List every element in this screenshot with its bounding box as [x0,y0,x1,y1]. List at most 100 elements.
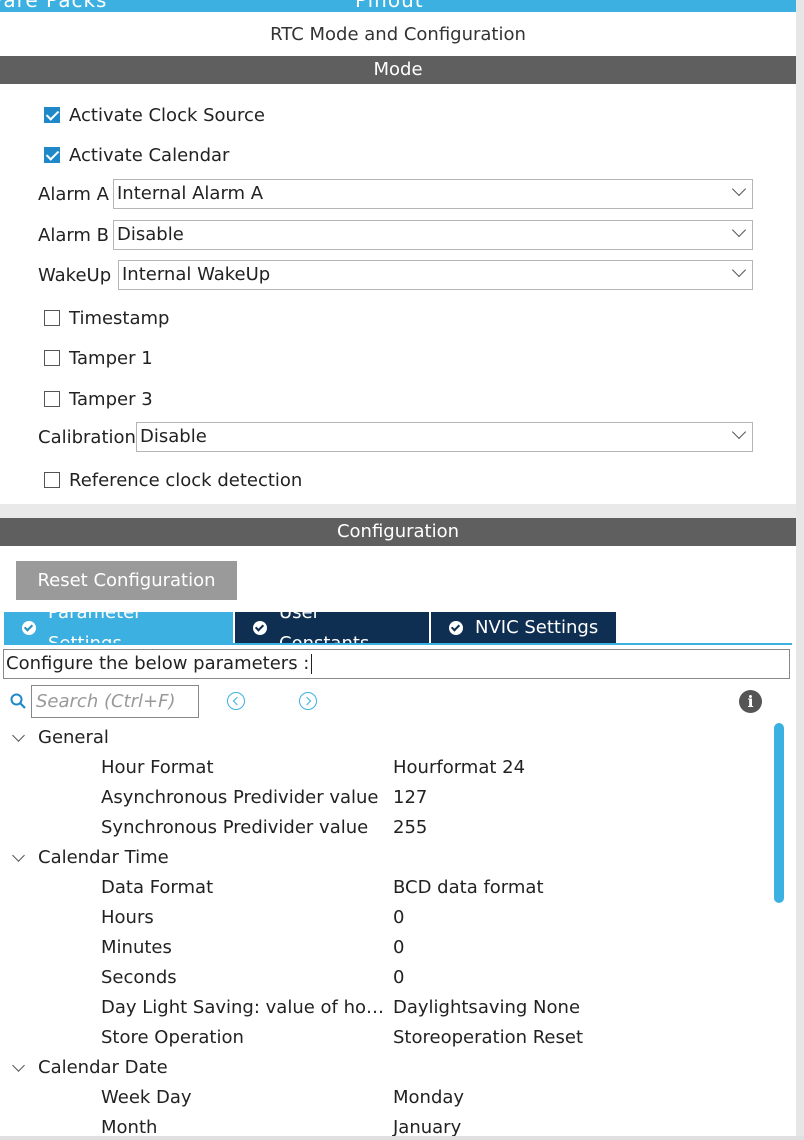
tamper3-checkbox[interactable]: Tamper 3 [44,387,153,411]
previous-match-icon[interactable] [227,692,245,710]
param-value: Hourformat 24 [393,757,526,778]
check-circle-icon [22,620,36,635]
parameter-tree: General Hour Format Hourformat 24 Asynch… [0,723,772,1140]
checkbox-unchecked-icon[interactable] [44,391,60,407]
param-value: Storeoperation Reset [393,1027,584,1048]
param-row[interactable]: Hour Format Hourformat 24 [0,753,772,783]
reference-clock-checkbox[interactable]: Reference clock detection [44,468,302,492]
timestamp-checkbox[interactable]: Timestamp [44,306,169,330]
alarm-a-label: Alarm A [38,184,109,205]
calibration-select[interactable]: Disable [136,422,753,452]
search-icon [10,693,26,709]
software-packs-tab-label[interactable]: ware Packs [0,0,107,12]
chevron-down-icon[interactable] [12,729,25,742]
param-name: Synchronous Predivider value [101,817,369,838]
param-value: 0 [393,937,405,958]
param-row[interactable]: Minutes 0 [0,933,772,963]
tab-label: NVIC Settings [475,617,599,638]
param-value: BCD data format [393,877,544,898]
select-value: Internal WakeUp [122,264,271,285]
checkbox-label: Timestamp [69,307,170,329]
tab-parameter-settings[interactable]: Parameter Settings [4,602,233,654]
checkbox-label: Activate Clock Source [69,104,265,126]
param-value: Monday [393,1087,465,1108]
tamper1-checkbox[interactable]: Tamper 1 [44,346,153,370]
select-value: Disable [117,224,184,245]
param-row[interactable]: Store Operation Storeoperation Reset [0,1023,772,1053]
search-input[interactable]: Search (Ctrl+F) [31,685,199,718]
param-name: Hour Format [101,757,214,778]
checkbox-checked-icon[interactable] [44,107,60,123]
chevron-down-icon[interactable] [12,849,25,862]
group-name: Calendar Date [38,1057,168,1078]
checkbox-label: Activate Calendar [69,144,230,166]
param-name: Store Operation [101,1027,244,1048]
splitter-grip-icon: ⋮ [796,18,804,58]
right-splitter[interactable] [796,0,804,1140]
param-name: Asynchronous Predivider value [101,787,379,808]
param-value: 0 [393,907,405,928]
param-value: Daylightsaving None [393,997,581,1018]
param-name: Day Light Saving: value of hour adjustme… [101,997,385,1018]
alarm-b-select[interactable]: Disable [113,220,753,250]
wakeup-select[interactable]: Internal WakeUp [118,260,753,290]
checkbox-label: Tamper 1 [69,347,153,369]
info-icon[interactable]: i [739,690,762,713]
select-value: Disable [140,426,207,447]
group-name: Calendar Time [38,847,169,868]
tab-nvic-settings[interactable]: NVIC Settings [431,612,616,643]
checkbox-label: Tamper 3 [69,388,153,410]
param-value: 255 [393,817,428,838]
param-row[interactable]: Week Day Monday [0,1083,772,1113]
scrollbar-thumb[interactable] [774,723,784,903]
chevron-down-icon [731,222,747,238]
panel-title: RTC Mode and Configuration [270,24,526,45]
next-match-icon[interactable] [299,692,317,710]
chevron-down-icon [731,181,747,197]
wakeup-label: WakeUp [38,265,112,286]
pinout-tab-label[interactable]: Pinout [355,0,424,12]
checkbox-unchecked-icon[interactable] [44,310,60,326]
param-name: Hours [101,907,154,928]
configure-description-field[interactable]: Configure the below parameters : [3,649,790,679]
param-row[interactable]: Synchronous Predivider value 255 [0,813,772,843]
group-name: General [38,727,109,748]
param-row[interactable]: Seconds 0 [0,963,772,993]
chevron-down-icon [731,262,747,278]
param-name: Week Day [101,1087,192,1108]
mode-section-header: Mode [0,56,796,84]
param-row[interactable]: Asynchronous Predivider value 127 [0,783,772,813]
param-row[interactable]: Data Format BCD data format [0,873,772,903]
param-name: Data Format [101,877,214,898]
reset-configuration-button[interactable]: Reset Configuration [16,561,237,600]
param-row[interactable]: Hours 0 [0,903,772,933]
checkbox-checked-icon[interactable] [44,147,60,163]
select-value: Internal Alarm A [117,183,264,204]
activate-calendar-checkbox[interactable]: Activate Calendar [44,143,229,167]
param-value: 0 [393,967,405,988]
check-circle-icon [449,620,463,635]
check-circle-icon [253,620,267,635]
tree-scrollbar[interactable] [774,723,784,1140]
config-tabs: Parameter Settings User Constants NVIC S… [4,602,618,654]
tab-underline [4,643,792,645]
checkbox-label: Reference clock detection [69,469,303,491]
chevron-down-icon[interactable] [12,1059,25,1072]
param-name: Minutes [101,937,172,958]
bottom-edge [0,1136,804,1140]
param-value: 127 [393,787,428,808]
configuration-section-header: Configuration [0,518,796,546]
param-row[interactable]: Day Light Saving: value of hour adjustme… [0,993,772,1023]
description-text: Configure the below parameters : [6,653,310,674]
checkbox-unchecked-icon[interactable] [44,350,60,366]
alarm-a-select[interactable]: Internal Alarm A [113,179,753,209]
activate-clock-source-checkbox[interactable]: Activate Clock Source [44,103,265,127]
calibration-label: Calibration [38,427,136,448]
checkbox-unchecked-icon[interactable] [44,472,60,488]
alarm-b-label: Alarm B [38,225,110,246]
tab-user-constants[interactable]: User Constants [235,602,429,654]
section-divider [0,504,796,518]
param-name: Seconds [101,967,177,988]
text-caret [311,654,313,674]
top-tab-strip: ware Packs Pinout [0,0,796,12]
